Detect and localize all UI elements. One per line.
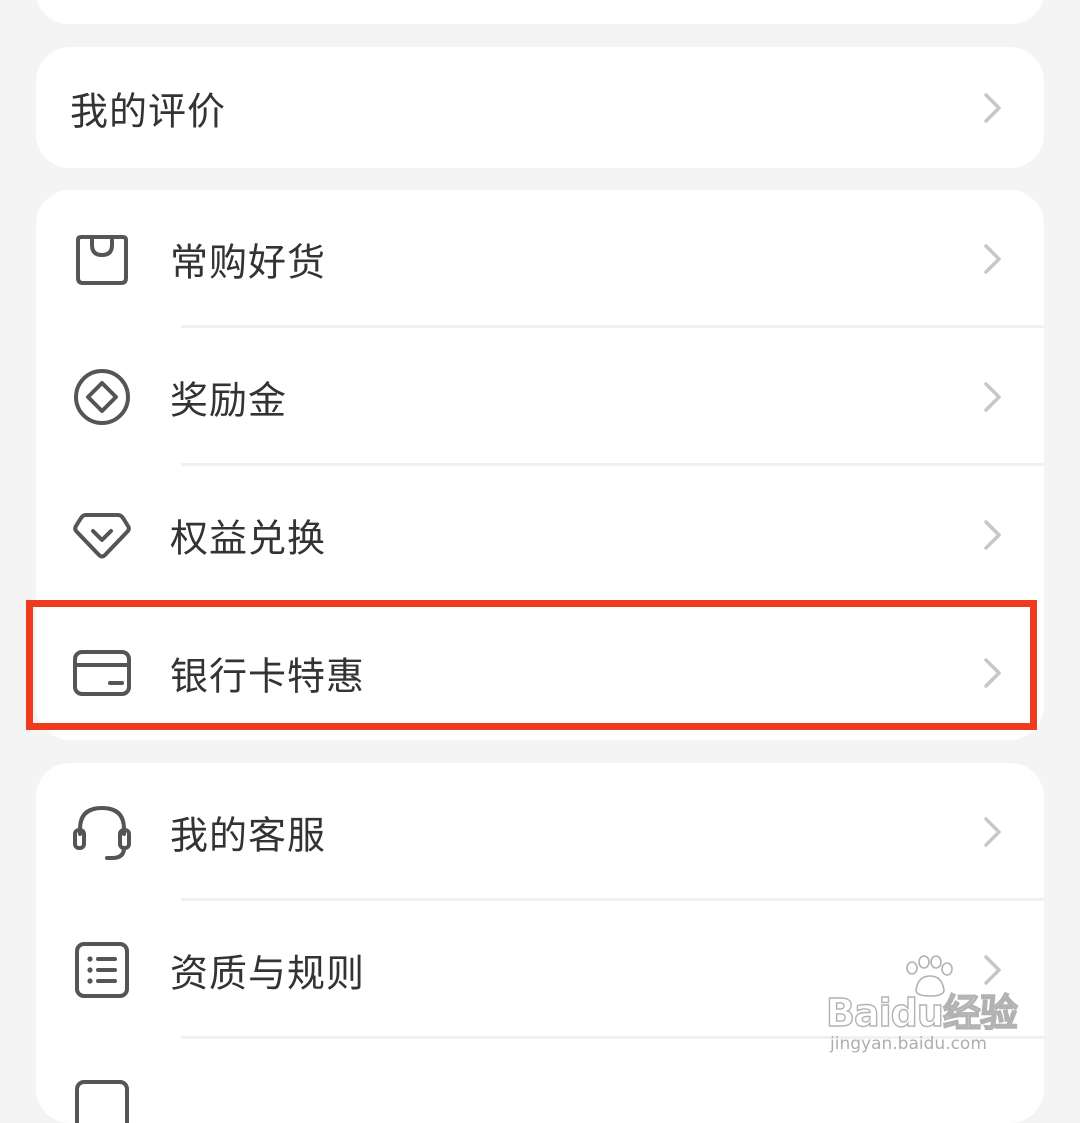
- menu-item-my-reviews[interactable]: 我的评价: [36, 47, 1044, 168]
- menu-item-customer-service[interactable]: 我的客服: [36, 763, 1044, 901]
- menu-item-reward-money[interactable]: 奖励金: [36, 328, 1044, 466]
- menu-item-benefit-exchange[interactable]: 权益兑换: [36, 466, 1044, 604]
- top-card-partial: [36, 0, 1044, 24]
- chevron-right-icon: [984, 658, 1001, 688]
- menu-item-label: 权益兑换: [170, 516, 327, 561]
- bank-card-icon: [73, 650, 131, 696]
- benefit-exchange-icon: [73, 513, 131, 559]
- review-card: 我的评价: [36, 47, 1044, 168]
- menu-item-label: 奖励金: [170, 378, 288, 423]
- reward-coin-icon: [74, 369, 130, 425]
- menu-item-partial[interactable]: [36, 1039, 1044, 1123]
- menu-item-qualifications-rules[interactable]: 资质与规则: [36, 901, 1044, 1039]
- menu-item-bank-card-offers[interactable]: 银行卡特惠: [36, 604, 1044, 740]
- chevron-right-icon: [984, 244, 1001, 274]
- list-icon: [75, 1080, 129, 1123]
- shopping-bag-icon: [76, 235, 128, 285]
- chevron-right-icon: [984, 817, 1001, 847]
- menu-item-label: 我的评价: [70, 89, 227, 133]
- rules-list-icon: [75, 942, 129, 998]
- chevron-right-icon: [984, 382, 1001, 412]
- menu-item-label: 资质与规则: [170, 951, 366, 996]
- shop-card: 常购好货 奖励金 权益兑换 银行卡特惠: [36, 190, 1044, 740]
- service-card: 我的客服 资质与规则: [36, 763, 1044, 1123]
- menu-item-frequent-goods[interactable]: 常购好货: [36, 190, 1044, 328]
- chevron-right-icon: [984, 955, 1001, 985]
- chevron-right-icon: [984, 520, 1001, 550]
- headset-icon: [73, 805, 131, 860]
- menu-item-label: 常购好货: [170, 240, 327, 285]
- chevron-right-icon: [984, 92, 1001, 123]
- menu-item-label: 我的客服: [170, 813, 327, 858]
- menu-item-label: 银行卡特惠: [170, 654, 366, 699]
